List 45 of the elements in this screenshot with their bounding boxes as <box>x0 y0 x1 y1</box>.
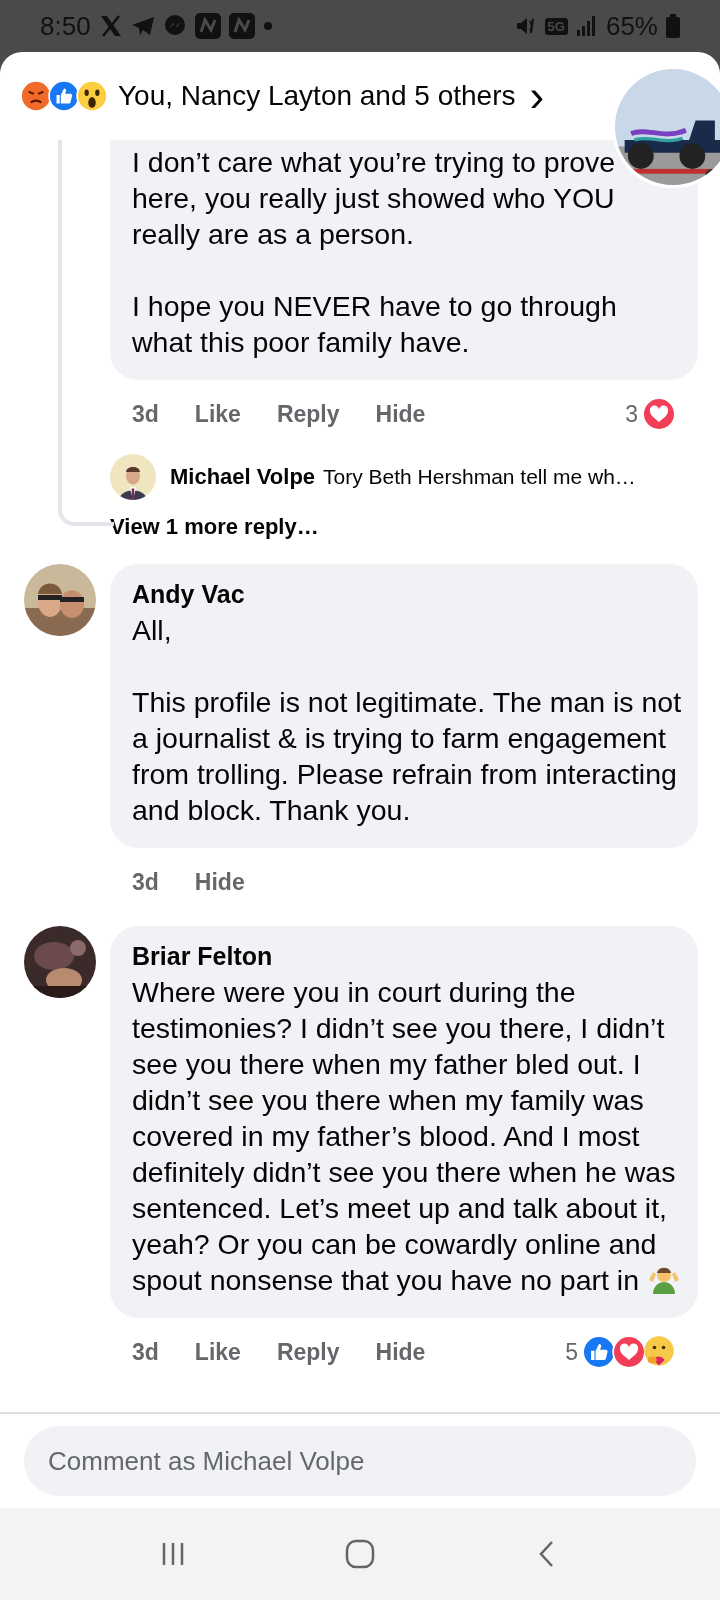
chevron-icon[interactable]: › <box>529 74 545 118</box>
wow-reaction-icon <box>76 80 108 112</box>
like-reaction-icon <box>582 1335 616 1369</box>
comment-action[interactable]: Hide <box>375 1338 426 1366</box>
reply-author[interactable]: Michael Volpe <box>170 464 316 490</box>
like-reaction-icon <box>48 80 80 112</box>
comment-time: 3d <box>132 400 159 428</box>
paper-plane-icon <box>130 15 155 37</box>
reaction-count[interactable]: 5 <box>565 1335 676 1369</box>
comment-action[interactable]: Like <box>194 400 241 428</box>
network-type: 5G <box>544 17 568 35</box>
reply-preview[interactable]: Tory Beth Hershman tell me wh… <box>323 465 636 489</box>
comment-action[interactable]: Reply <box>276 1338 340 1366</box>
commenter-name[interactable]: Briar Felton <box>132 938 682 974</box>
home-icon[interactable] <box>345 1539 375 1569</box>
hug-reaction-icon <box>642 1335 676 1369</box>
notification-dot-icon <box>262 21 273 31</box>
comment-text: I don’t care what you’re trying to prove here, you really just showed who YOU really are as a person. <box>132 145 617 252</box>
signal-icon <box>575 15 598 37</box>
comment-action[interactable]: Like <box>194 1338 241 1366</box>
heart-reaction-icon <box>612 1335 646 1369</box>
comment-time: 3d <box>132 868 159 896</box>
view-more-replies-link[interactable]: View 1 more reply… <box>110 514 698 540</box>
app-icon <box>228 13 255 39</box>
comment-text: All, <box>132 613 173 648</box>
comment-action[interactable]: Reply <box>276 400 340 428</box>
heart-reaction-icon <box>642 397 676 431</box>
comment-text: Where were you in court during the testimonies? I didn’t see you there, I didn’t see you there when my father bled out. I didn’t see you there when my family was covered in my father’s blood. And I most definitely didn’t see you there when he was sentenced. Let’s meet up and talk about it, yeah? Or you can be cowardly online and spout nonsense that you have no part in <box>132 974 682 1298</box>
comment-text: I hope you NEVER have to go through what this poor family have. <box>132 289 618 360</box>
messenger-icon <box>162 14 187 38</box>
comment-time: 3d <box>132 1338 159 1366</box>
app-icon <box>194 13 221 39</box>
mute-icon <box>514 15 537 37</box>
status-time: 8:50 <box>40 10 91 42</box>
x-logo-icon <box>98 15 123 37</box>
comment-text: This profile is not legitimate. The man is not a journalist & is trying to farm engagement from trolling. Please refrain from interacting and block. Thank you. <box>132 685 682 828</box>
battery-level: 65% <box>605 10 658 42</box>
comment-action[interactable]: Hide <box>194 868 245 896</box>
commenter-name[interactable]: Andy Vac <box>132 576 682 612</box>
comment-action[interactable]: Hide <box>375 400 426 428</box>
angry-reaction-icon <box>20 80 52 112</box>
reactions-summary[interactable]: You, Nancy Layton and 5 others <box>118 80 516 112</box>
comment-input-field[interactable]: Comment as Michael Volpe <box>24 1426 696 1496</box>
reaction-count[interactable]: 3 <box>625 397 676 431</box>
battery-icon <box>666 14 680 38</box>
